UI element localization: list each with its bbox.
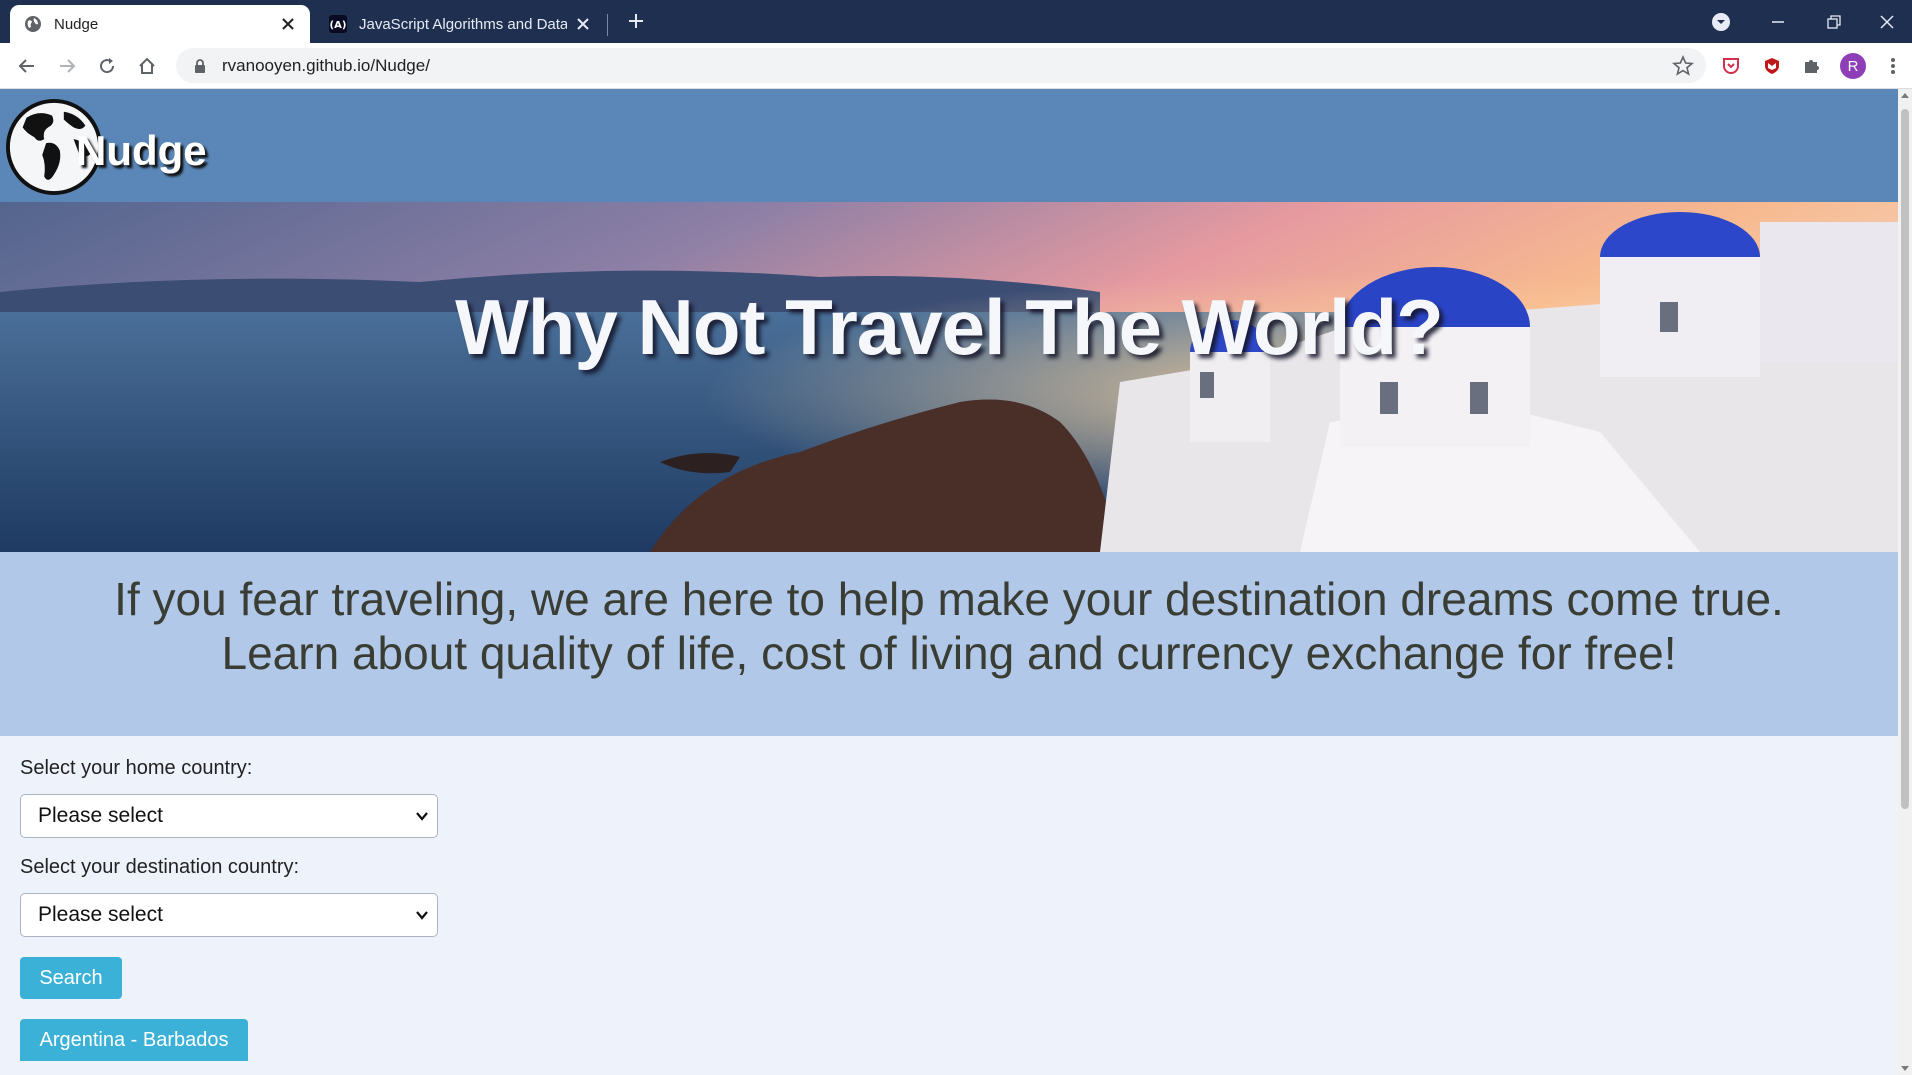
santorini-hero-image bbox=[0, 202, 1898, 552]
extensions-button[interactable] bbox=[1799, 53, 1825, 79]
browser-toolbar: rvanooyen.github.io/Nudge/ R bbox=[0, 43, 1912, 89]
reload-button[interactable] bbox=[94, 53, 120, 79]
tab-freecodecamp[interactable]: (A) JavaScript Algorithms and Data S bbox=[315, 5, 605, 43]
close-icon bbox=[1880, 14, 1894, 29]
restore-button[interactable] bbox=[1806, 0, 1862, 43]
destination-country-label: Select your destination country: bbox=[20, 856, 300, 878]
pocket-extension-button[interactable] bbox=[1718, 53, 1744, 79]
restore-icon bbox=[1827, 14, 1841, 29]
home-country-select[interactable]: Please select bbox=[20, 794, 438, 838]
more-vert-icon bbox=[1891, 58, 1895, 74]
tab-separator bbox=[607, 14, 608, 36]
tab-search-icon[interactable] bbox=[1710, 11, 1732, 33]
forward-button[interactable] bbox=[54, 53, 80, 79]
mcafee-extension-button[interactable] bbox=[1759, 53, 1785, 79]
hero-banner: Why Not Travel The World? bbox=[0, 202, 1898, 552]
globe-favicon-icon bbox=[25, 16, 41, 32]
tagline-line-2: Learn about quality of life, cost of liv… bbox=[221, 627, 1677, 679]
home-icon bbox=[139, 57, 155, 74]
profile-avatar[interactable]: R bbox=[1840, 53, 1866, 79]
history-button[interactable]: Argentina - Barbados bbox=[20, 1019, 248, 1061]
minimize-icon bbox=[1772, 20, 1784, 23]
shield-icon bbox=[1765, 58, 1779, 74]
address-bar[interactable]: rvanooyen.github.io/Nudge/ bbox=[176, 48, 1706, 83]
hero-title: Why Not Travel The World? bbox=[455, 283, 1444, 371]
freecodecamp-favicon-icon: (A) bbox=[329, 15, 347, 33]
home-country-label: Select your home country: bbox=[20, 757, 253, 779]
tagline-line-1: If you fear traveling, we are here to he… bbox=[114, 573, 1784, 625]
lock-icon bbox=[195, 58, 205, 73]
search-button[interactable]: Search bbox=[20, 957, 122, 999]
menu-button[interactable] bbox=[1880, 53, 1906, 79]
scroll-up-arrow-icon[interactable] bbox=[1901, 93, 1909, 98]
pocket-icon bbox=[1723, 58, 1739, 74]
new-tab-icon[interactable] bbox=[624, 9, 648, 33]
minimize-button[interactable] bbox=[1750, 0, 1806, 43]
arrow-right-icon bbox=[60, 59, 76, 73]
chevron-down-icon bbox=[416, 911, 428, 920]
back-button[interactable] bbox=[14, 53, 40, 79]
page-content: Nudge Why Not Travel The World? If you f… bbox=[0, 89, 1898, 1075]
close-icon[interactable] bbox=[575, 16, 591, 32]
puzzle-icon bbox=[1805, 60, 1819, 73]
scroll-down-arrow-icon[interactable] bbox=[1901, 1066, 1909, 1071]
arrow-left-icon bbox=[18, 59, 34, 73]
bookmark-star-icon[interactable] bbox=[1672, 55, 1694, 77]
tab-title: JavaScript Algorithms and Data S bbox=[359, 15, 567, 33]
reload-icon bbox=[100, 58, 115, 74]
page-scrollbar[interactable] bbox=[1898, 89, 1912, 1075]
close-icon[interactable] bbox=[280, 16, 296, 32]
home-country-value: Please select bbox=[38, 804, 163, 827]
scrollbar-thumb[interactable] bbox=[1901, 109, 1909, 809]
tab-strip: Nudge (A) JavaScript Algorithms and Data… bbox=[0, 0, 1912, 43]
site-header: Nudge bbox=[0, 89, 1898, 202]
chevron-down-icon bbox=[416, 812, 428, 821]
tab-nudge[interactable]: Nudge bbox=[10, 5, 310, 43]
country-search-form: Select your home country: Please select … bbox=[20, 757, 438, 1061]
close-window-button[interactable] bbox=[1862, 0, 1912, 43]
destination-country-select[interactable]: Please select bbox=[20, 893, 438, 937]
svg-text:(A): (A) bbox=[330, 20, 347, 31]
tagline-section: If you fear traveling, we are here to he… bbox=[0, 552, 1898, 736]
url-text: rvanooyen.github.io/Nudge/ bbox=[222, 55, 430, 75]
home-button[interactable] bbox=[134, 53, 160, 79]
tab-title: Nudge bbox=[54, 15, 99, 33]
site-logo-text[interactable]: Nudge bbox=[76, 127, 207, 175]
destination-country-value: Please select bbox=[38, 903, 163, 926]
